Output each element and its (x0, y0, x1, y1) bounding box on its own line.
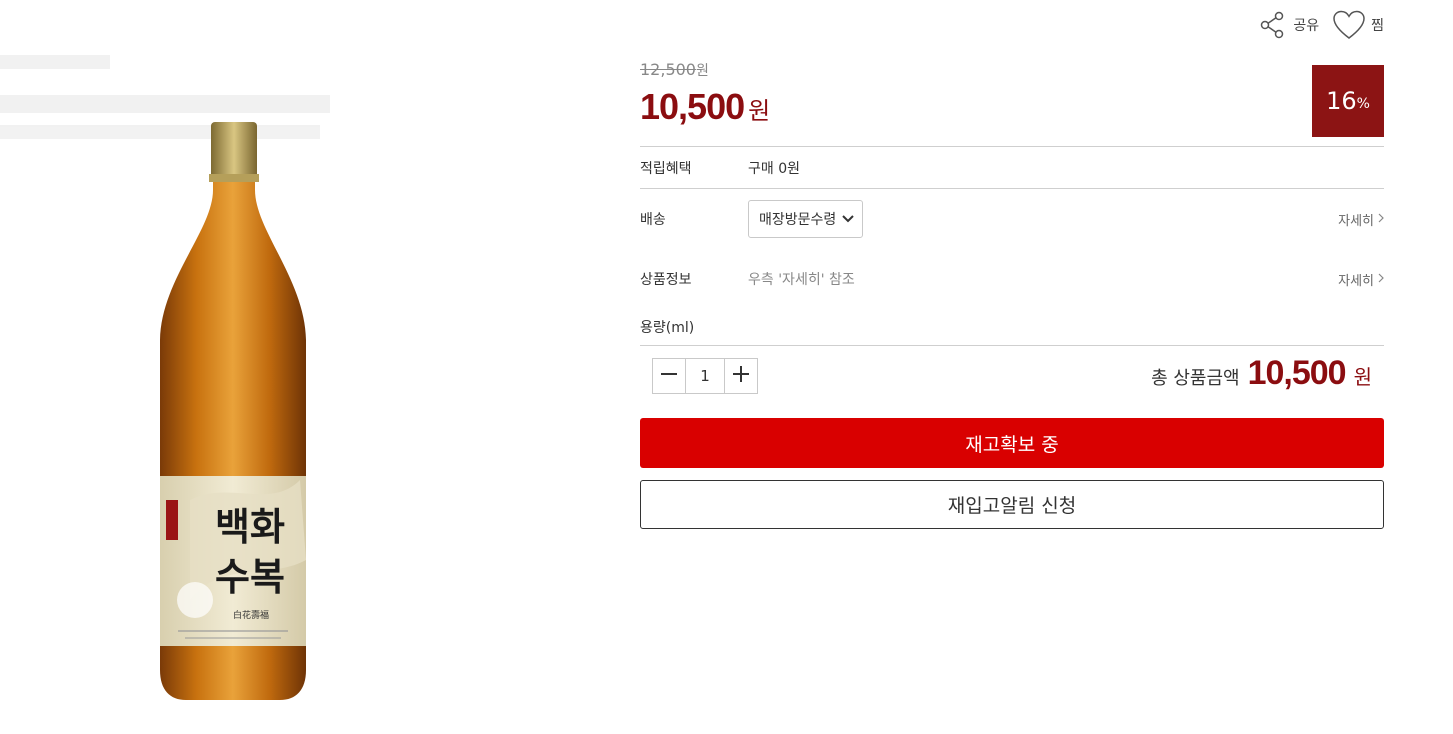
chevron-right-icon (1378, 212, 1384, 227)
wish-button[interactable]: 찜 (1333, 10, 1384, 40)
sale-price-value: 10,500 (640, 86, 745, 127)
discount-unit: % (1356, 96, 1370, 112)
chevron-down-icon (842, 211, 854, 227)
heart-icon (1333, 10, 1365, 40)
restock-alert-button[interactable]: 재입고알림 신청 (640, 480, 1384, 529)
sale-price: 10,500 원 (640, 86, 1384, 128)
product-info-panel: 12,500원 10,500 원 16% 적립혜택 구매 0원 배송 매장방문수… (640, 60, 1384, 529)
discount-badge: 16% (1312, 65, 1384, 137)
increase-button[interactable] (725, 359, 757, 393)
product-info-label: 상품정보 (640, 272, 692, 288)
shipping-select[interactable]: 매장방문수령 (748, 200, 864, 238)
discount-value: 16 (1326, 87, 1357, 115)
original-price: 12,500원 (640, 60, 1384, 80)
total-price: 총 상품금액 10,500 원 (1151, 354, 1372, 393)
volume-row: 용량(ml) (640, 309, 1384, 345)
product-info-detail-link[interactable]: 자세히 (1338, 270, 1384, 289)
points-row: 적립혜택 구매 0원 (640, 147, 1384, 188)
quantity-row: 1 총 상품금액 10,500 원 (640, 346, 1384, 408)
product-info-row: 상품정보 우측 '자세히' 참조 자세히 (640, 249, 1384, 309)
label-name-line2: 수복 (215, 554, 285, 599)
shipping-detail-label: 자세히 (1338, 213, 1374, 229)
quantity-stepper: 1 (652, 358, 758, 394)
quantity-input[interactable]: 1 (685, 359, 725, 393)
original-price-value: 12,500 (640, 60, 696, 79)
label-hanja: 白花壽福 (233, 609, 269, 621)
total-price-unit: 원 (1353, 365, 1372, 389)
decrease-button[interactable] (653, 359, 685, 393)
share-label: 공유 (1293, 18, 1320, 34)
shipping-detail-link[interactable]: 자세히 (1338, 210, 1384, 229)
restock-pending-button[interactable]: 재고확보 중 (640, 418, 1384, 468)
points-value: 구매 0원 (748, 160, 800, 177)
plus-icon (732, 365, 750, 387)
product-info-value: 우측 '자세히' 참조 (748, 272, 855, 288)
background-watermark (0, 55, 330, 139)
sale-price-unit: 원 (748, 97, 771, 125)
points-label: 적립혜택 (640, 160, 692, 177)
total-price-value: 10,500 (1247, 354, 1347, 392)
original-price-unit: 원 (695, 63, 709, 79)
minus-icon (660, 365, 678, 387)
volume-label: 용량(ml) (640, 320, 695, 336)
bottle-illustration: 백화 수복 白花壽福 (0, 55, 330, 700)
shipping-row: 배송 매장방문수령 자세히 (640, 189, 1384, 249)
label-name-line1: 백화 (215, 504, 285, 549)
shipping-label: 배송 (640, 212, 666, 228)
product-image: 백화 수복 白花壽福 (0, 40, 600, 720)
chevron-right-icon (1378, 272, 1384, 287)
total-price-label: 총 상품금액 (1151, 368, 1240, 389)
top-actions: 공유 찜 (1259, 10, 1384, 40)
product-info-detail-label: 자세히 (1338, 273, 1374, 289)
share-button[interactable]: 공유 (1259, 11, 1319, 39)
shipping-selected-value: 매장방문수령 (759, 212, 837, 228)
wish-label: 찜 (1371, 18, 1384, 34)
share-icon (1259, 11, 1287, 39)
